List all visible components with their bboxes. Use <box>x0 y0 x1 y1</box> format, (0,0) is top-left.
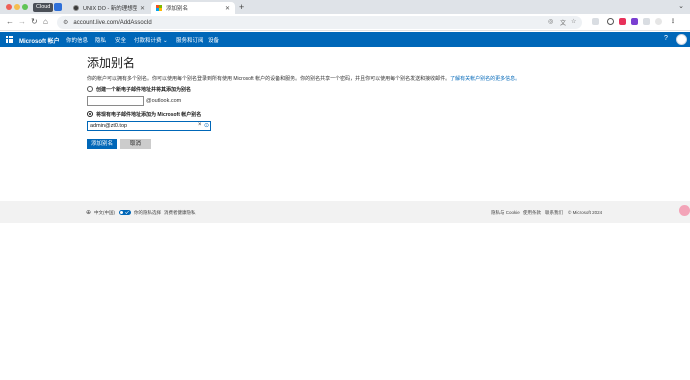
minimize-window-button[interactable] <box>14 4 20 10</box>
unix-favicon-icon <box>73 5 79 11</box>
address-bar[interactable]: ⚙ account.live.com/AddAssocId <box>57 16 582 29</box>
contact-link[interactable]: 联系我们 <box>545 210 563 216</box>
close-icon[interactable]: ✕ <box>225 5 230 12</box>
close-window-button[interactable] <box>6 4 12 10</box>
tab-group-icon[interactable] <box>54 3 62 11</box>
eye-off-icon[interactable]: ◎ <box>548 18 553 25</box>
footer: ⊕ 中文(中国) 你的隐私选择 消费者健康隐私 隐私与 Cookie 使用条款 … <box>0 201 690 223</box>
microsoft-favicon-icon <box>156 5 162 11</box>
browser-toolbar: ← → ↻ ⌂ ⚙ account.live.com/AddAssocId ◎ … <box>0 14 690 31</box>
autofill-icon[interactable]: ⊙ <box>204 122 209 129</box>
extension-icon[interactable] <box>592 18 599 25</box>
page-title: 添加别名 <box>87 56 136 70</box>
domain-suffix: @outlook.com <box>146 98 182 104</box>
browser-menu-icon[interactable]: ⋮ <box>670 18 676 25</box>
nav-payment[interactable]: 付款和计费 ⌄ <box>134 36 168 44</box>
radio-new-email-label[interactable]: 创建一个新电子邮件地址并将其添加为别名 <box>96 86 191 93</box>
bookmark-star-icon[interactable]: ☆ <box>571 18 576 25</box>
privacy-choices-link[interactable]: 你的隐私选择 <box>134 210 161 216</box>
radio-existing-email[interactable] <box>87 111 93 117</box>
reload-icon[interactable]: ↻ <box>31 17 38 27</box>
translate-icon[interactable]: 文 <box>560 18 566 27</box>
extension-icon[interactable] <box>631 18 638 25</box>
profile-chip[interactable]: Cloud <box>33 3 54 12</box>
tab-search-icon[interactable]: ⌄ <box>678 2 684 10</box>
copyright: © Microsoft 2024 <box>568 210 603 215</box>
tab-title: UNIX DO - 新的理想型社区 <box>83 6 137 12</box>
extension-icon[interactable] <box>619 18 626 25</box>
floating-assistant-icon[interactable] <box>679 205 690 216</box>
radio-existing-email-label[interactable]: 将现有电子邮件地址添加为 Microsoft 帐户别名 <box>96 111 201 118</box>
nav-payment-label: 付款和计费 <box>134 38 162 44</box>
tab-title: 添加别名 <box>166 6 189 12</box>
add-alias-button[interactable]: 添加别名 <box>87 139 117 149</box>
privacy-cookies-link[interactable]: 隐私与 Cookie <box>491 210 520 216</box>
nav-services[interactable]: 服务和订阅 <box>176 36 204 44</box>
language-selector[interactable]: 中文(中国) <box>94 210 115 216</box>
nav-devices[interactable]: 设备 <box>208 36 219 44</box>
terms-link[interactable]: 使用条款 <box>523 210 541 216</box>
home-icon[interactable]: ⌂ <box>43 17 48 27</box>
waffle-icon[interactable] <box>6 36 13 43</box>
new-alias-input[interactable] <box>87 96 144 106</box>
url-text: account.live.com/AddAssocId <box>73 19 152 26</box>
maximize-window-button[interactable] <box>22 4 28 10</box>
nav-privacy[interactable]: 隐私 <box>95 36 106 44</box>
tab-add-alias[interactable]: 添加别名 ✕ <box>151 2 235 14</box>
clear-icon[interactable]: × <box>198 122 202 128</box>
description-text: 你的帐户可以拥有多个别名。你可以使用每个别名登录到所有使用 Microsoft … <box>87 76 451 82</box>
tab-unix-do[interactable]: UNIX DO - 新的理想型社区 ✕ <box>68 2 150 14</box>
page-description: 你的帐户可以拥有多个别名。你可以使用每个别名登录到所有使用 Microsoft … <box>87 75 527 82</box>
nav-your-info[interactable]: 你的信息 <box>66 36 88 44</box>
forward-icon[interactable]: → <box>18 17 26 27</box>
profile-avatar-icon[interactable] <box>655 18 662 25</box>
avatar[interactable] <box>676 34 687 45</box>
cancel-button[interactable]: 取消 <box>120 139 151 149</box>
new-tab-button[interactable]: + <box>239 2 244 12</box>
account-header: Microsoft 帐户 你的信息 隐私 安全 付款和计费 ⌄ 服务和订阅 设备… <box>0 32 690 47</box>
close-icon[interactable]: ✕ <box>140 5 145 12</box>
chevron-down-icon: ⌄ <box>163 38 168 44</box>
back-icon[interactable]: ← <box>6 17 14 27</box>
globe-icon: ⊕ <box>86 210 92 216</box>
brand-title[interactable]: Microsoft 帐户 <box>19 36 60 45</box>
help-icon[interactable]: ? <box>664 35 668 42</box>
privacy-choices-icon <box>119 210 131 215</box>
browser-tab-strip: Cloud UNIX DO - 新的理想型社区 ✕ 添加别名 ✕ + ⌄ <box>0 0 690 14</box>
existing-email-input[interactable]: admin@zt0.top <box>87 121 211 131</box>
consumer-health-link[interactable]: 消费者健康隐私 <box>164 210 196 216</box>
radio-new-email[interactable] <box>87 86 93 92</box>
site-info-icon[interactable]: ⚙ <box>63 19 68 26</box>
extension-icon[interactable] <box>607 18 614 25</box>
extensions-puzzle-icon[interactable] <box>643 18 650 25</box>
learn-more-link[interactable]: 了解有关帐户别名的更多信息。 <box>450 76 520 82</box>
nav-security[interactable]: 安全 <box>115 36 126 44</box>
